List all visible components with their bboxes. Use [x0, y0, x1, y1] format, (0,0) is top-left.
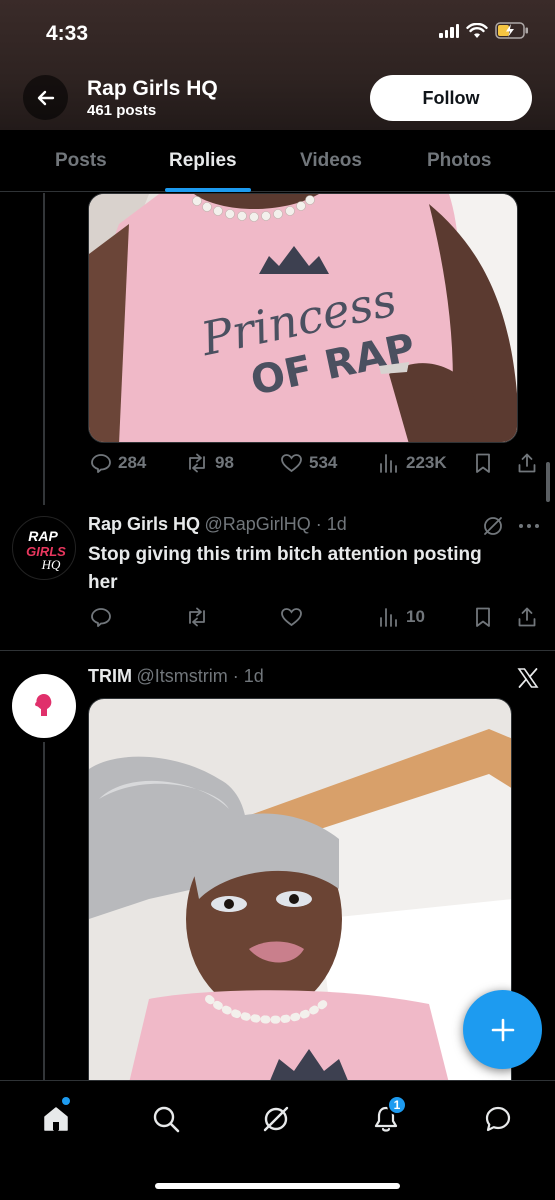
notifications-badge: 1 — [387, 1095, 407, 1115]
post-image-selfie[interactable] — [88, 698, 512, 1082]
more-options-icon[interactable] — [518, 522, 540, 530]
wifi-icon — [466, 22, 488, 38]
share-icon — [518, 453, 536, 473]
post1-actions: 284 98 534 223K — [0, 452, 555, 482]
like-count: 534 — [309, 453, 338, 472]
compose-post-button[interactable] — [463, 990, 542, 1069]
tab-posts[interactable]: Posts — [55, 150, 107, 172]
profile-tabs: Posts Replies Videos Photos — [0, 130, 555, 192]
share-button[interactable] — [516, 606, 538, 628]
back-button[interactable] — [23, 75, 68, 120]
status-time: 4:33 — [46, 22, 89, 45]
reply-icon — [91, 454, 111, 473]
heart-icon — [281, 608, 302, 627]
grok-icon[interactable] — [482, 515, 504, 537]
repost-button[interactable]: 98 — [185, 452, 234, 474]
tab-photos[interactable]: Photos — [427, 150, 491, 172]
bookmark-icon — [476, 453, 490, 473]
share-icon — [518, 607, 536, 627]
view-count: 223K — [406, 453, 447, 472]
repost-icon — [189, 607, 205, 627]
status-icons — [439, 22, 529, 39]
avatar-trim[interactable] — [12, 674, 76, 738]
plus-icon — [491, 1018, 514, 1041]
svg-text:HQ: HQ — [41, 557, 61, 572]
post2-actions: 10 — [0, 606, 555, 636]
tweet-text: Stop giving this trim bitch attention po… — [88, 544, 482, 593]
search-icon — [153, 1106, 180, 1133]
thread-line — [43, 742, 45, 1082]
scrollbar[interactable] — [546, 462, 550, 502]
post-image-princess-shirt[interactable]: Princess OF RAP — [88, 193, 518, 443]
avatar-rap-girls-hq[interactable]: RAP GIRLS HQ — [12, 516, 76, 580]
profile-name: Rap Girls HQ — [87, 77, 218, 100]
nav-messages[interactable] — [478, 1099, 518, 1139]
nav-notifications[interactable]: 1 — [366, 1095, 407, 1139]
like-button[interactable] — [280, 606, 303, 628]
bookmark-button[interactable] — [473, 606, 493, 628]
view-count: 10 — [406, 607, 425, 626]
author-name[interactable]: Rap Girls HQ — [88, 514, 200, 534]
home-indicator-bar[interactable] — [155, 1183, 400, 1189]
active-tab-indicator — [165, 188, 251, 192]
reply-button[interactable] — [90, 606, 112, 628]
views-button[interactable]: 223K — [378, 452, 447, 474]
analytics-icon — [380, 608, 397, 627]
nav-home[interactable] — [36, 1097, 76, 1139]
author-handle-time[interactable]: @RapGirlHQ · 1d — [204, 514, 346, 534]
views-button[interactable]: 10 — [378, 606, 425, 628]
battery-charging-icon — [495, 22, 528, 39]
silhouette-logo-icon — [35, 694, 52, 716]
nav-search[interactable] — [146, 1099, 186, 1139]
bookmark-icon — [476, 607, 490, 627]
arrow-left-icon — [37, 90, 54, 105]
tab-replies[interactable]: Replies — [169, 150, 237, 172]
repost-icon — [189, 453, 205, 473]
author-handle-time[interactable]: @Itsmstrim · 1d — [136, 666, 263, 686]
post3-author: TRIM @Itsmstrim · 1d — [88, 666, 264, 687]
follow-button[interactable]: Follow — [370, 75, 532, 121]
author-name[interactable]: TRIM — [88, 666, 132, 686]
tab-videos[interactable]: Videos — [300, 150, 362, 172]
posts-count: 461 posts — [87, 102, 157, 119]
post2-author: Rap Girls HQ @RapGirlHQ · 1d — [88, 514, 347, 535]
post-divider — [0, 650, 555, 651]
bottom-navigation: 1 — [0, 1080, 555, 1200]
cellular-signal-icon — [439, 23, 459, 38]
chat-bubble-icon — [485, 1106, 511, 1132]
svg-text:RAP: RAP — [28, 528, 58, 544]
grok-icon — [263, 1106, 289, 1132]
share-button[interactable] — [516, 452, 538, 474]
bookmark-button[interactable] — [473, 452, 493, 474]
reply-count: 284 — [118, 453, 147, 472]
x-logo-icon — [517, 668, 539, 688]
reply-button[interactable]: 284 — [90, 452, 146, 474]
nav-grok[interactable] — [256, 1099, 296, 1139]
home-icon — [44, 1107, 68, 1131]
profile-header: 4:33 Rap Girls HQ 461 posts Follow — [0, 0, 555, 130]
home-unread-dot — [62, 1097, 70, 1105]
heart-icon — [281, 454, 302, 473]
repost-count: 98 — [215, 453, 234, 472]
like-button[interactable]: 534 — [280, 452, 337, 474]
reply-icon — [91, 608, 111, 627]
analytics-icon — [380, 454, 397, 473]
repost-button[interactable] — [185, 606, 209, 628]
